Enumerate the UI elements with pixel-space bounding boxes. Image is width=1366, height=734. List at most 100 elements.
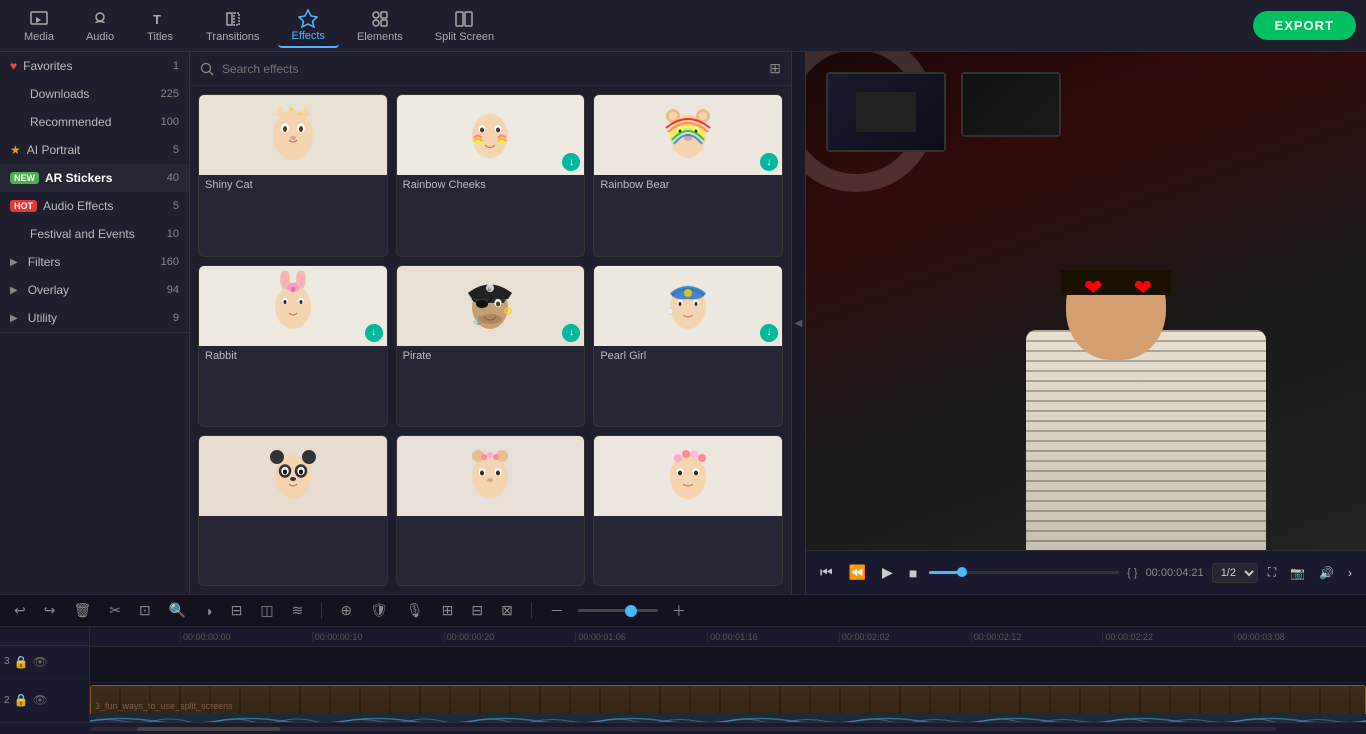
zoom-in-button[interactable]: 🔍 [165, 600, 190, 621]
timeline: ↩ ↪ 🗑 ✂ ⊡ 🔍 ◑ ⊟ ◫ ≋ ⊕ 🛡 🎙 ⊞ ⊟ ⊠ － ＋ 3 🔒 … [0, 594, 1366, 734]
cut-button[interactable]: ✂ [105, 600, 125, 621]
zoom-out-tl-button[interactable]: － [546, 599, 568, 623]
effect-thumb-shiny-cat: ✦ ✦ [263, 100, 323, 170]
sidebar-item-festival-events[interactable]: Festival and Events 10 [0, 220, 189, 248]
audio-waveform [90, 714, 1366, 722]
shield-button[interactable]: 🛡 [366, 600, 392, 621]
effect-label-shiny-cat: Shiny Cat [199, 175, 387, 195]
search-bar: ⊞ [190, 52, 791, 86]
sidebar: ♥ Favorites 1 Downloads 225 Recommended … [0, 52, 190, 594]
svg-text:✦: ✦ [298, 111, 303, 118]
toolbar-effects[interactable]: Effects [278, 4, 339, 48]
fullscreen-button[interactable]: ⛶ [1264, 563, 1280, 582]
color-button[interactable]: ◑ [200, 601, 216, 621]
preview-time: 00:00:04:21 [1146, 567, 1204, 579]
effect-label-pearl-girl: Pearl Girl [594, 346, 782, 366]
track-visible-icon-2[interactable]: 👁 [33, 693, 48, 707]
sidebar-item-audio-effects[interactable]: HOT Audio Effects 5 [0, 192, 189, 220]
step-back-button[interactable]: ⏪ [845, 562, 870, 583]
detach-button[interactable]: ⊠ [497, 600, 517, 621]
video-track-content[interactable]: 3_fun_ways_to_use_split_screens [90, 683, 1366, 722]
grid-toggle-icon[interactable]: ⊞ [769, 60, 781, 77]
toolbar-titles[interactable]: T Titles [132, 5, 188, 47]
track-lock-icon-2[interactable]: 🔒 [14, 693, 29, 707]
track-lock-icon[interactable]: 🔒 [14, 655, 29, 669]
crop-button[interactable]: ⊡ [135, 600, 155, 621]
play-button[interactable]: ▶ [878, 562, 897, 583]
svg-text:T: T [153, 12, 161, 27]
effect-card-rainbow-cheeks[interactable]: ↓ Rainbow Cheeks [396, 94, 586, 257]
effect-card-rainbow-bear[interactable]: ↓ Rainbow Bear [593, 94, 783, 257]
zoom-slider[interactable] [578, 609, 658, 612]
effect-card-rabbit[interactable]: ↓ Rabbit [198, 265, 388, 428]
zoom-in-tl-button[interactable]: ＋ [668, 599, 690, 623]
effects-panel: ⊞ [190, 52, 792, 594]
sidebar-item-utility[interactable]: ▶ Utility 9 [0, 304, 189, 332]
ruler-mark-2: 00:00:00:20 [444, 632, 576, 642]
empty-track-content[interactable] [90, 647, 1366, 682]
sidebar-item-filters[interactable]: ▶ Filters 160 [0, 248, 189, 276]
download-icon-rabbit[interactable]: ↓ [365, 324, 383, 342]
toolbar-audio[interactable]: Audio [72, 5, 128, 47]
export-button[interactable]: EXPORT [1253, 11, 1356, 40]
separator-2 [531, 603, 532, 619]
sidebar-item-recommended[interactable]: Recommended 100 [0, 108, 189, 136]
panel-collapse-handle[interactable]: ◀ [792, 52, 806, 594]
effect-card-pearl-girl[interactable]: ↓ Pearl Girl [593, 265, 783, 428]
star-icon: ★ [10, 143, 21, 157]
toolbar-split-screen[interactable]: Split Screen [421, 5, 508, 47]
stop-button[interactable]: ■ [905, 563, 921, 583]
preview-video: ❤ ❤ [806, 52, 1366, 550]
volume-button[interactable]: 🔊 [1315, 564, 1338, 582]
toolbar-elements[interactable]: Elements [343, 5, 417, 47]
track-add-button[interactable]: ⊞ [438, 600, 458, 621]
skip-back-button[interactable]: ⏮ [816, 562, 837, 583]
ruler-mark-4: 00:00:01:16 [707, 632, 839, 642]
ruler-spacer [0, 627, 89, 646]
download-icon-rainbow-cheeks[interactable]: ↓ [562, 153, 580, 171]
scrollbar-thumb[interactable] [137, 727, 279, 731]
effect-card-shiny-cat[interactable]: ✦ ✦ Shiny Cat [198, 94, 388, 257]
redo-button[interactable]: ↪ [40, 600, 60, 621]
effect-card-7[interactable] [198, 435, 388, 586]
svg-text:⚓: ⚓ [473, 315, 483, 325]
search-input[interactable] [222, 62, 761, 76]
preview-progress-bar[interactable] [929, 571, 1119, 574]
toolbar-transitions[interactable]: Transitions [192, 5, 273, 47]
download-icon-rainbow-bear[interactable]: ↓ [760, 153, 778, 171]
sidebar-item-ar-stickers[interactable]: NEW AR Stickers 40 [0, 164, 189, 192]
download-icon-pirate[interactable]: ↓ [562, 324, 580, 342]
timeline-scrollbar[interactable] [0, 722, 1366, 734]
video-track-row: 3_fun_ways_to_use_split_screens [90, 683, 1366, 722]
effect-thumb-7 [263, 441, 323, 511]
screenshot-button[interactable]: 📷 [1286, 564, 1309, 582]
effect-label-9 [594, 516, 782, 524]
effect-thumb-8 [460, 441, 520, 511]
effect-card-pirate[interactable]: ☠ ⚓ [396, 265, 586, 428]
sidebar-item-ai-portrait[interactable]: ★ AI Portrait 5 [0, 136, 189, 164]
ruler-mark-6: 00:00:02:12 [971, 632, 1103, 642]
track-visible-icon[interactable]: 👁 [33, 655, 48, 669]
trim-button[interactable]: ◫ [256, 600, 277, 621]
delete-button[interactable]: 🗑 [69, 600, 95, 621]
audio-clip-button[interactable]: ≋ [288, 600, 308, 621]
sidebar-item-favorites[interactable]: ♥ Favorites 1 [0, 52, 189, 80]
split-button[interactable]: ⊟ [467, 600, 487, 621]
mic-button[interactable]: 🎙 [402, 600, 428, 621]
sidebar-item-downloads[interactable]: Downloads 225 [0, 80, 189, 108]
effect-card-8[interactable] [396, 435, 586, 586]
sidebar-item-overlay[interactable]: ▶ Overlay 94 [0, 276, 189, 304]
timeline-body: 3 🔒 👁 2 🔒 👁 00:00:00:00 00:00:00:10 00:0… [0, 627, 1366, 722]
toolbar-media[interactable]: Media [10, 5, 68, 47]
track-number-1: 3 [4, 656, 10, 667]
transform-button[interactable]: ⊟ [227, 600, 247, 621]
svg-text:✦: ✦ [288, 105, 295, 114]
download-icon-pearl-girl[interactable]: ↓ [760, 324, 778, 342]
ruler-mark-3: 00:00:01:06 [575, 632, 707, 642]
snap-button[interactable]: ⊕ [336, 600, 356, 621]
more-options-button[interactable]: › [1344, 564, 1356, 582]
preview-ratio-select[interactable]: 1/2 [1212, 563, 1258, 583]
ruler-mark-5: 00:00:02:02 [839, 632, 971, 642]
undo-button[interactable]: ↩ [10, 600, 30, 621]
effect-card-9[interactable] [593, 435, 783, 586]
